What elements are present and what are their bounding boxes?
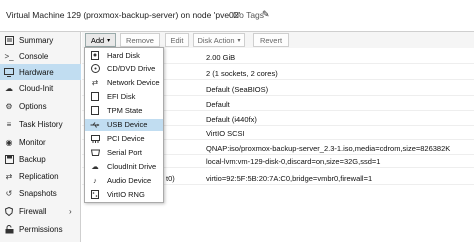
row-value: virtio=92:5F:5B:20:7A:C0,bridge=vmbr0,fi… xyxy=(206,174,373,183)
menu-item-tpm-state[interactable]: TPM State xyxy=(85,105,163,118)
nav-label: Console xyxy=(19,51,49,61)
history-icon: ↺ xyxy=(5,188,13,198)
add-button[interactable]: Add ▾ xyxy=(85,33,116,47)
hardware-toolbar: Add ▾ Remove Edit Disk Action ▾ Revert xyxy=(82,32,474,48)
menu-item-cd-dvd-drive[interactable]: CD/DVD Drive xyxy=(85,63,163,76)
nav-label: Replication xyxy=(19,171,59,181)
nav-item-hardware[interactable]: Hardware xyxy=(0,64,81,80)
nav-label: Hardware xyxy=(19,67,54,77)
rng-icon xyxy=(90,190,100,200)
audio-icon: ♪ xyxy=(93,176,97,186)
nav-item-replication[interactable]: ⇄ Replication xyxy=(0,168,81,184)
menu-item-label: Network Device xyxy=(107,78,160,88)
menu-item-label: TPM State xyxy=(107,106,143,116)
floppy-icon xyxy=(4,154,14,164)
title-bar: Virtual Machine 129 (proxmox-backup-serv… xyxy=(0,0,474,32)
row-key: t0) xyxy=(166,174,175,183)
menu-item-label: PCI Device xyxy=(107,134,145,144)
row-value: Default (i440fx) xyxy=(206,115,257,124)
nav-item-options[interactable]: ⚙ Options xyxy=(0,98,81,114)
nav-item-cloud-init[interactable]: ☁ Cloud-Init xyxy=(0,80,81,96)
nav-item-backup[interactable]: Backup xyxy=(0,151,81,167)
eye-icon: ◉ xyxy=(5,137,13,147)
menu-item-label: Hard Disk xyxy=(107,50,140,60)
shield-icon xyxy=(4,206,14,216)
tpm-icon xyxy=(90,106,100,116)
disk-action-label: Disk Action xyxy=(197,35,235,45)
menu-item-cloudinit-drive[interactable]: ☁ CloudInit Drive xyxy=(85,161,163,174)
chevron-down-icon: ▾ xyxy=(107,37,111,44)
nav-label: Task History xyxy=(19,119,63,129)
row-value: QNAP:iso/proxmox-backup-server_2.3-1.iso… xyxy=(206,144,451,153)
nav-label: Snapshots xyxy=(19,188,57,198)
add-dropdown-menu: Hard Disk CD/DVD Drive ⇄ Network Device … xyxy=(84,47,164,203)
revert-button[interactable]: Revert xyxy=(253,33,289,47)
menu-item-hard-disk[interactable]: Hard Disk xyxy=(85,49,163,62)
summary-icon xyxy=(4,35,14,45)
menu-item-label: Audio Device xyxy=(107,176,152,186)
row-value: Default (SeaBIOS) xyxy=(206,85,269,94)
nav-item-summary[interactable]: Summary xyxy=(0,32,81,48)
chevron-right-icon: › xyxy=(69,206,72,216)
menu-item-network-device[interactable]: ⇄ Network Device xyxy=(85,77,163,90)
nav-item-permissions[interactable]: Permissions xyxy=(0,221,81,237)
menu-item-efi-disk[interactable]: EFI Disk xyxy=(85,91,163,104)
menu-item-audio-device[interactable]: ♪ Audio Device xyxy=(85,175,163,188)
retweet-icon: ⇄ xyxy=(5,171,13,181)
menu-item-usb-device[interactable]: USB Device xyxy=(85,118,163,131)
menu-item-label: CloudInit Drive xyxy=(107,162,157,172)
menu-item-label: CD/DVD Drive xyxy=(107,64,156,74)
menu-item-label: Serial Port xyxy=(107,148,143,158)
menu-item-serial-port[interactable]: Serial Port xyxy=(85,147,163,160)
menu-item-label: EFI Disk xyxy=(107,92,136,102)
edit-button-label: Edit xyxy=(170,35,184,45)
add-button-label: Add xyxy=(90,35,105,45)
nav-label: Monitor xyxy=(19,137,46,147)
pencil-icon[interactable]: ✎ xyxy=(262,9,270,20)
nav-item-console[interactable]: >_ Console xyxy=(0,48,81,64)
disk-action-button[interactable]: Disk Action ▾ xyxy=(193,33,245,47)
efi-disk-icon xyxy=(90,92,100,102)
edit-button[interactable]: Edit xyxy=(165,33,189,47)
nav-item-monitor[interactable]: ◉ Monitor xyxy=(0,134,81,150)
nav-label: Permissions xyxy=(19,224,63,234)
page-title: Virtual Machine 129 (proxmox-backup-serv… xyxy=(6,10,241,20)
vm-navigation: Summary >_ Console Hardware ☁ Cloud-Init… xyxy=(0,32,81,242)
gear-icon: ⚙ xyxy=(5,101,13,111)
hdd-icon xyxy=(90,50,100,60)
cloud-icon: ☁ xyxy=(91,162,99,172)
cloud-icon: ☁ xyxy=(5,83,13,93)
menu-item-virtio-rng[interactable]: VirtIO RNG xyxy=(85,189,163,202)
menu-item-pci-device[interactable]: PCI Device xyxy=(85,133,163,146)
cdrom-icon xyxy=(90,64,100,74)
menu-item-label: USB Device xyxy=(107,120,148,130)
unlock-icon xyxy=(4,224,14,234)
row-value: VirtIO SCSI xyxy=(206,129,245,138)
nav-label: Firewall xyxy=(19,206,47,216)
serial-icon xyxy=(90,148,100,158)
row-value: 2.00 GiB xyxy=(206,53,236,62)
nav-label: Cloud-Init xyxy=(19,83,54,93)
remove-button-label: Remove xyxy=(126,35,154,45)
nav-item-firewall[interactable]: Firewall › xyxy=(0,203,81,219)
nav-label: Summary xyxy=(19,35,54,45)
console-icon: >_ xyxy=(4,51,14,61)
menu-item-label: VirtIO RNG xyxy=(107,190,145,200)
nav-item-task-history[interactable]: ≡ Task History xyxy=(0,116,81,132)
row-value: Default xyxy=(206,100,230,109)
monitor-icon xyxy=(4,67,14,77)
revert-button-label: Revert xyxy=(259,35,283,45)
pci-icon xyxy=(90,134,100,144)
usb-icon xyxy=(90,120,100,130)
tags-label: No Tags xyxy=(233,10,265,20)
network-icon: ⇄ xyxy=(91,78,99,88)
row-value: local-lvm:vm-129-disk-0,discard=on,size=… xyxy=(206,157,381,166)
chevron-down-icon: ▾ xyxy=(237,37,241,44)
remove-button[interactable]: Remove xyxy=(120,33,160,47)
nav-label: Backup xyxy=(19,154,46,164)
nav-item-snapshots[interactable]: ↺ Snapshots xyxy=(0,185,81,201)
list-icon: ≡ xyxy=(6,119,12,129)
row-value: 2 (1 sockets, 2 cores) xyxy=(206,69,278,78)
nav-label: Options xyxy=(19,101,47,111)
